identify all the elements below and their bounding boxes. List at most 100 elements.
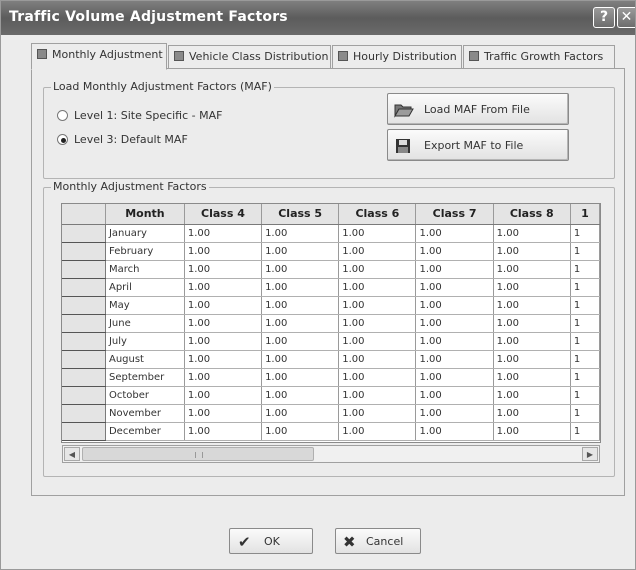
factor-cell[interactable]: 1.00 — [184, 296, 263, 315]
row-header[interactable] — [62, 296, 106, 315]
column-header[interactable]: Month — [105, 204, 185, 225]
factor-cell[interactable]: 1.00 — [184, 350, 263, 369]
factor-cell[interactable]: 1.00 — [493, 242, 571, 261]
factor-cell[interactable]: 1.00 — [261, 260, 340, 279]
row-header[interactable] — [62, 260, 106, 279]
factor-cell[interactable]: 1.00 — [415, 260, 494, 279]
row-header[interactable] — [62, 350, 106, 369]
factor-cell[interactable]: 1.00 — [338, 368, 417, 387]
title-bar[interactable]: Traffic Volume Adjustment Factors ? ✕ — [1, 1, 635, 35]
factor-cell[interactable]: 1.00 — [184, 314, 263, 333]
factor-cell[interactable]: 1.00 — [415, 404, 494, 423]
tab-monthly-adjustment[interactable]: Monthly Adjustment — [31, 43, 167, 70]
row-header[interactable] — [62, 404, 106, 423]
factor-cell[interactable]: 1.00 — [415, 332, 494, 351]
factor-cell[interactable]: 1 — [570, 242, 600, 261]
factor-cell[interactable]: 1.00 — [493, 296, 571, 315]
factor-cell[interactable]: 1.00 — [261, 332, 340, 351]
factor-cell[interactable]: 1.00 — [493, 368, 571, 387]
factor-cell[interactable]: 1.00 — [415, 350, 494, 369]
help-button[interactable]: ? — [593, 7, 615, 28]
radio-button-checked[interactable] — [57, 134, 68, 145]
factor-cell[interactable]: 1.00 — [338, 224, 417, 243]
factor-cell[interactable]: 1 — [570, 386, 600, 405]
row-header[interactable] — [62, 314, 106, 333]
tab-vehicle-class-distribution[interactable]: Vehicle Class Distribution — [168, 45, 331, 69]
factor-cell[interactable]: 1.00 — [338, 386, 417, 405]
row-header[interactable] — [62, 242, 106, 261]
factor-cell[interactable]: 1 — [570, 404, 600, 423]
row-header[interactable] — [62, 368, 106, 387]
factor-cell[interactable]: 1.00 — [184, 242, 263, 261]
factor-cell[interactable]: 1.00 — [415, 386, 494, 405]
factor-cell[interactable]: 1.00 — [338, 404, 417, 423]
scrollbar-thumb[interactable] — [82, 447, 314, 461]
factor-cell[interactable]: 1.00 — [415, 296, 494, 315]
factor-cell[interactable]: 1.00 — [184, 332, 263, 351]
factor-cell[interactable]: 1.00 — [493, 386, 571, 405]
factor-cell[interactable]: 1.00 — [184, 386, 263, 405]
factor-cell[interactable]: 1.00 — [261, 386, 340, 405]
scroll-left-arrow-icon[interactable]: ◀ — [64, 447, 80, 461]
factor-cell[interactable]: 1.00 — [415, 224, 494, 243]
factor-cell[interactable]: 1 — [570, 278, 600, 297]
factor-cell[interactable]: 1.00 — [415, 278, 494, 297]
column-header[interactable]: 1 — [570, 204, 600, 225]
factor-cell[interactable]: 1.00 — [338, 242, 417, 261]
factor-cell[interactable]: 1.00 — [261, 314, 340, 333]
factor-cell[interactable]: 1.00 — [184, 224, 263, 243]
column-header[interactable]: Class 6 — [338, 204, 417, 225]
factor-cell[interactable]: 1.00 — [493, 224, 571, 243]
factor-cell[interactable]: 1.00 — [338, 350, 417, 369]
factor-cell[interactable]: 1.00 — [415, 422, 494, 441]
factor-cell[interactable]: 1.00 — [415, 242, 494, 261]
factor-cell[interactable]: 1 — [570, 332, 600, 351]
factor-cell[interactable]: 1.00 — [415, 314, 494, 333]
factor-cell[interactable]: 1.00 — [184, 278, 263, 297]
factor-cell[interactable]: 1.00 — [261, 422, 340, 441]
factor-cell[interactable]: 1.00 — [184, 422, 263, 441]
factor-cell[interactable]: 1.00 — [493, 404, 571, 423]
factor-cell[interactable]: 1.00 — [261, 404, 340, 423]
factor-cell[interactable]: 1.00 — [338, 314, 417, 333]
factor-cell[interactable]: 1.00 — [338, 422, 417, 441]
factor-cell[interactable]: 1.00 — [338, 332, 417, 351]
factor-cell[interactable]: 1 — [570, 296, 600, 315]
column-header[interactable]: Class 8 — [493, 204, 571, 225]
ok-button[interactable]: ✔ OK — [229, 528, 313, 554]
factor-cell[interactable]: 1.00 — [184, 368, 263, 387]
factor-cell[interactable]: 1 — [570, 422, 600, 441]
row-header[interactable] — [62, 224, 106, 243]
factor-cell[interactable]: 1.00 — [261, 224, 340, 243]
factor-cell[interactable]: 1.00 — [261, 368, 340, 387]
row-header[interactable] — [62, 278, 106, 297]
factor-cell[interactable]: 1.00 — [184, 260, 263, 279]
export-maf-button[interactable]: Export MAF to File — [387, 129, 569, 161]
load-maf-button[interactable]: Load MAF From File — [387, 93, 569, 125]
factor-cell[interactable]: 1 — [570, 260, 600, 279]
factor-cell[interactable]: 1.00 — [493, 332, 571, 351]
factor-cell[interactable]: 1.00 — [338, 296, 417, 315]
factor-cell[interactable]: 1.00 — [338, 260, 417, 279]
row-header[interactable] — [62, 332, 106, 351]
tab-traffic-growth-factors[interactable]: Traffic Growth Factors — [463, 45, 615, 69]
column-header[interactable]: Class 7 — [415, 204, 494, 225]
factor-cell[interactable]: 1.00 — [415, 368, 494, 387]
factor-cell[interactable]: 1.00 — [261, 296, 340, 315]
factor-cell[interactable]: 1.00 — [184, 404, 263, 423]
factor-cell[interactable]: 1.00 — [338, 278, 417, 297]
factor-cell[interactable]: 1.00 — [493, 350, 571, 369]
row-header[interactable] — [62, 422, 106, 441]
factor-cell[interactable]: 1.00 — [493, 314, 571, 333]
column-header[interactable]: Class 5 — [261, 204, 340, 225]
factor-cell[interactable]: 1 — [570, 350, 600, 369]
radio-button-unchecked[interactable] — [57, 110, 68, 121]
factor-cell[interactable]: 1 — [570, 224, 600, 243]
factor-cell[interactable]: 1.00 — [261, 278, 340, 297]
radio-level-3[interactable]: Level 3: Default MAF — [57, 133, 188, 146]
factor-cell[interactable]: 1.00 — [261, 242, 340, 261]
factor-cell[interactable]: 1.00 — [493, 260, 571, 279]
factor-cell[interactable]: 1.00 — [261, 350, 340, 369]
factor-cell[interactable]: 1.00 — [493, 278, 571, 297]
factor-cell[interactable]: 1.00 — [493, 422, 571, 441]
